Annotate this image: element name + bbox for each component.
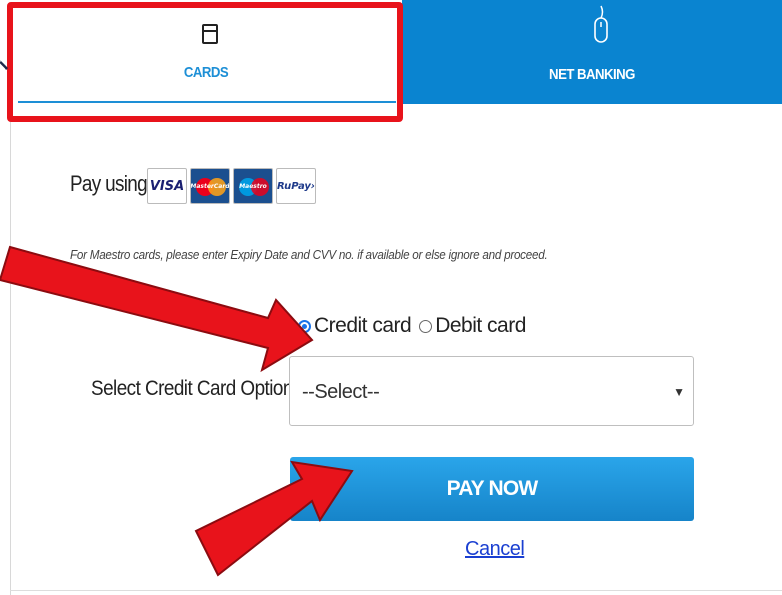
tab-net-banking-label: NET BANKING (549, 66, 635, 83)
annotation-highlight-box (7, 2, 403, 122)
mouse-icon (594, 5, 608, 43)
select-card-option-label: Select Credit Card Option : (91, 377, 303, 400)
debit-card-radio-label[interactable]: Debit card (435, 314, 526, 338)
credit-card-radio-label[interactable]: Credit card (314, 314, 412, 338)
visa-logo: VISA (147, 168, 187, 204)
card-option-select[interactable]: --Select-- ▼ (289, 356, 694, 426)
mastercard-logo: MasterCard (190, 168, 230, 204)
panel-bottom-border (10, 590, 782, 591)
pay-using-label: Pay using (70, 171, 148, 196)
card-type-radio-group: Credit card Debit card (298, 314, 534, 338)
rupay-logo: RuPay› (276, 168, 316, 204)
tab-net-banking[interactable]: NET BANKING (402, 0, 782, 104)
debit-card-radio[interactable] (419, 319, 433, 333)
chevron-down-icon: ▼ (673, 385, 685, 399)
pay-now-button[interactable]: PAY NOW (290, 457, 694, 521)
maestro-note: For Maestro cards, please enter Expiry D… (70, 247, 548, 262)
credit-card-radio[interactable] (298, 319, 311, 333)
select-value: --Select-- (302, 381, 380, 403)
cancel-link[interactable]: Cancel (465, 538, 525, 561)
card-logos: VISA MasterCard Maestro RuPay› (147, 168, 316, 204)
maestro-logo: Maestro (233, 168, 273, 204)
